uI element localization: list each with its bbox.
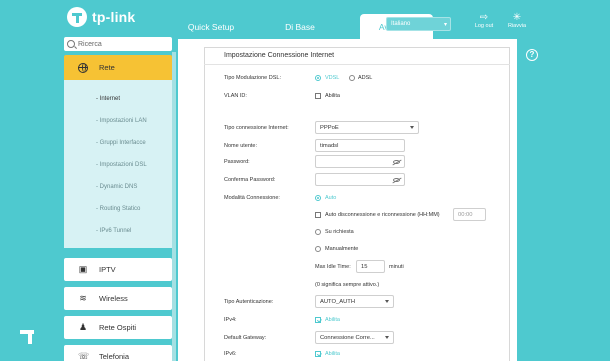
gateway-label: Default Gateway: (224, 335, 267, 341)
username-field[interactable]: timadsl (315, 139, 405, 152)
sidebar-item-label: Rete (99, 63, 115, 72)
chevron-down-icon (385, 300, 389, 303)
chevron-down-icon (410, 126, 414, 129)
ipv4-enable-checkbox[interactable] (315, 317, 321, 323)
mode-manual-label: Manualmente (325, 246, 359, 252)
conn-type-label: Tipo connessione Internet: (224, 125, 289, 131)
logout-label: Log out (474, 23, 494, 29)
max-idle-field[interactable]: 15 (356, 260, 385, 273)
adsl-label: ADSL (358, 75, 373, 81)
chevron-down-icon (385, 336, 389, 339)
submenu-internet[interactable]: - Internet (64, 88, 172, 110)
tp-link-logo-icon (67, 7, 87, 27)
reboot-label: Riavvia (507, 23, 527, 29)
tp-link-logo: tp-link (66, 6, 135, 28)
divider (204, 64, 510, 65)
submenu-dynamic-dns[interactable]: - Dynamic DNS (64, 176, 172, 198)
search-input[interactable]: Ricerca (78, 41, 102, 48)
max-idle-unit: minuti (389, 264, 404, 270)
ipv6-enable-checkbox[interactable] (315, 351, 321, 357)
mode-auto-label: Auto (325, 195, 337, 201)
adsl-radio[interactable] (349, 75, 355, 81)
chevron-down-icon: ▾ (443, 21, 447, 28)
language-value: Italiano (391, 21, 411, 27)
ipv6-enable-label: Abilita (325, 351, 340, 357)
wifi-icon: ≋ (79, 293, 87, 303)
search-box[interactable]: Ricerca (64, 37, 172, 51)
submenu-dsl-settings[interactable]: - Impostazioni DSL (64, 154, 172, 176)
sidebar-item-telephony[interactable]: ☏ Telefonia (64, 345, 172, 361)
sidebar-item-guest-network[interactable]: ♟ Rete Ospiti (64, 316, 172, 339)
tv-icon: ▣ (78, 264, 88, 274)
sidebar-item-label: Rete Ospiti (99, 323, 137, 332)
logout-icon: ⇨ (479, 12, 489, 23)
logout-button[interactable]: ⇨ Log out (471, 12, 497, 29)
eye-off-icon[interactable] (393, 159, 400, 164)
confirm-password-label: Conferma Password: (224, 177, 276, 183)
auto-disconnect-time-field[interactable]: 00:00 (453, 208, 486, 221)
conn-type-select[interactable]: PPPoE (315, 121, 419, 134)
gateway-select[interactable]: Connessione Corre... (315, 331, 394, 344)
sidebar-item-label: IPTV (99, 265, 116, 274)
sidebar-item-label: Telefonia (99, 352, 130, 361)
max-idle-value: 15 (361, 263, 368, 270)
mode-manual-radio[interactable] (315, 246, 321, 252)
submenu-ipv6-tunnel[interactable]: - IPv6 Tunnel (64, 220, 172, 242)
mode-on-demand-radio[interactable] (315, 229, 321, 235)
mode-on-demand-label: Su richiesta (325, 229, 354, 235)
submenu-static-routing[interactable]: - Routing Statico (64, 198, 172, 220)
password-label: Password: (224, 159, 250, 165)
reboot-button[interactable]: ✳ Riavvia (504, 12, 530, 29)
help-icon[interactable]: ? (526, 49, 538, 61)
conn-type-value: PPPoE (320, 124, 339, 131)
sidebar-item-label: Wireless (99, 294, 128, 303)
tp-link-watermark-icon (20, 330, 34, 344)
users-icon: ♟ (78, 322, 88, 332)
vdsl-radio[interactable] (315, 75, 321, 81)
network-submenu: - Internet - Impostazioni LAN - Gruppi I… (64, 80, 172, 248)
submenu-lan-settings[interactable]: - Impostazioni LAN (64, 110, 172, 132)
submenu-interface-groups[interactable]: - Gruppi Interfacce (64, 132, 172, 154)
sidebar-scrollbar[interactable] (172, 52, 176, 361)
language-select[interactable]: Italiano ▾ (386, 17, 451, 31)
sidebar: Ricerca Rete - Internet - Impostazioni L… (64, 37, 172, 361)
auth-type-select[interactable]: AUTO_AUTH (315, 295, 394, 308)
auto-disconnect-label: Auto disconnessione e riconnessione (HH:… (325, 212, 440, 218)
ipv6-label: IPv6: (224, 351, 237, 357)
eye-off-icon[interactable] (393, 177, 400, 182)
auto-disconnect-checkbox[interactable] (315, 212, 321, 218)
reboot-icon: ✳ (512, 12, 522, 23)
page-title: Impostazione Connessione Internet (224, 52, 335, 59)
vlan-enable-checkbox[interactable] (315, 93, 321, 99)
always-active-note: (0 significa sempre attivo.) (315, 282, 380, 288)
sidebar-item-iptv[interactable]: ▣ IPTV (64, 258, 172, 281)
conn-mode-label: Modalità Connessione: (224, 195, 280, 201)
username-value: timadsl (320, 142, 339, 149)
ipv4-label: IPv4: (224, 317, 237, 323)
vlan-enable-label: Abilita (325, 93, 340, 99)
vdsl-label: VDSL (325, 75, 340, 81)
tab-quick-setup[interactable]: Quick Setup (178, 14, 244, 39)
password-field[interactable] (315, 155, 405, 168)
sidebar-item-wireless[interactable]: ≋ Wireless (64, 287, 172, 310)
vlan-label: VLAN ID: (224, 93, 247, 99)
brand-name: tp-link (92, 9, 136, 25)
settings-panel (204, 47, 510, 361)
gateway-value: Connessione Corre... (320, 334, 375, 341)
confirm-password-field[interactable] (315, 173, 405, 186)
search-icon (67, 40, 75, 48)
phone-icon: ☏ (78, 351, 90, 361)
auto-disconnect-time-value: 00:00 (458, 211, 473, 218)
mode-auto-radio[interactable] (315, 195, 321, 201)
username-label: Nome utente: (224, 143, 258, 149)
auth-type-value: AUTO_AUTH (320, 298, 356, 305)
sidebar-item-network[interactable]: Rete (64, 55, 172, 80)
dsl-mode-label: Tipo Modulazione DSL: (224, 75, 281, 81)
globe-icon (78, 62, 88, 73)
ipv4-enable-label: Abilita (325, 317, 340, 323)
max-idle-label: Max Idle Time: (315, 264, 351, 270)
tab-basic[interactable]: Di Base (264, 14, 336, 39)
auth-type-label: Tipo Autenticazione: (224, 299, 274, 305)
